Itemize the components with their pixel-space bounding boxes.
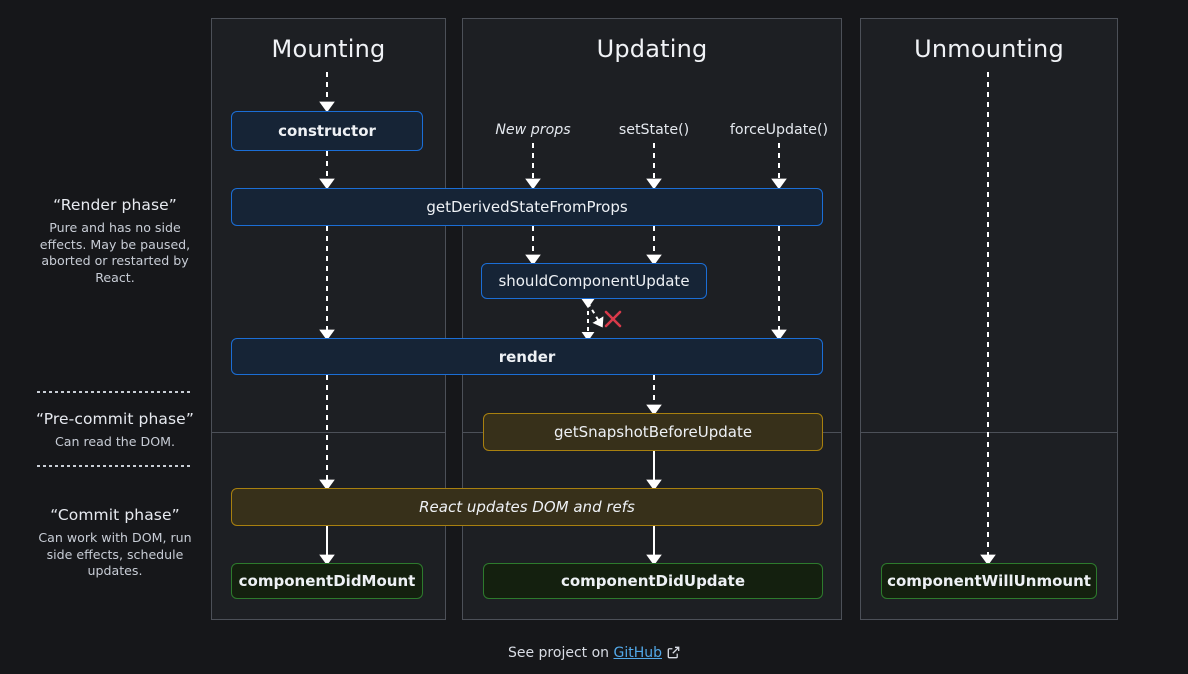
- node-label: constructor: [278, 122, 376, 140]
- trigger-force-update: forceUpdate(): [729, 122, 829, 138]
- node-label: getDerivedStateFromProps: [426, 198, 628, 216]
- node-component-did-mount[interactable]: componentDidMount: [231, 563, 423, 599]
- node-render[interactable]: render: [231, 338, 823, 375]
- node-should-component-update[interactable]: shouldComponentUpdate: [481, 263, 707, 299]
- node-label: componentDidUpdate: [560, 572, 746, 590]
- node-component-will-unmount[interactable]: componentWillUnmount: [881, 563, 1097, 599]
- node-react-updates-dom-and-refs[interactable]: React updates DOM and refs: [231, 488, 823, 526]
- node-get-derived-state-from-props[interactable]: getDerivedStateFromProps: [231, 188, 823, 226]
- node-label: getSnapshotBeforeUpdate: [553, 423, 753, 441]
- node-constructor[interactable]: constructor: [231, 111, 423, 151]
- node-label: componentDidMount: [238, 572, 416, 590]
- node-component-did-update[interactable]: componentDidUpdate: [483, 563, 823, 599]
- node-label: render: [498, 347, 556, 366]
- red-x-icon: [604, 310, 622, 328]
- node-label: shouldComponentUpdate: [498, 272, 690, 290]
- react-lifecycle-diagram: “Render phase” Pure and has no side effe…: [0, 0, 1188, 674]
- trigger-set-state: setState(): [618, 122, 690, 138]
- node-label: React updates DOM and refs: [419, 498, 635, 516]
- trigger-new-props: New props: [495, 122, 571, 138]
- node-label: componentWillUnmount: [887, 572, 1091, 590]
- node-get-snapshot-before-update[interactable]: getSnapshotBeforeUpdate: [483, 413, 823, 451]
